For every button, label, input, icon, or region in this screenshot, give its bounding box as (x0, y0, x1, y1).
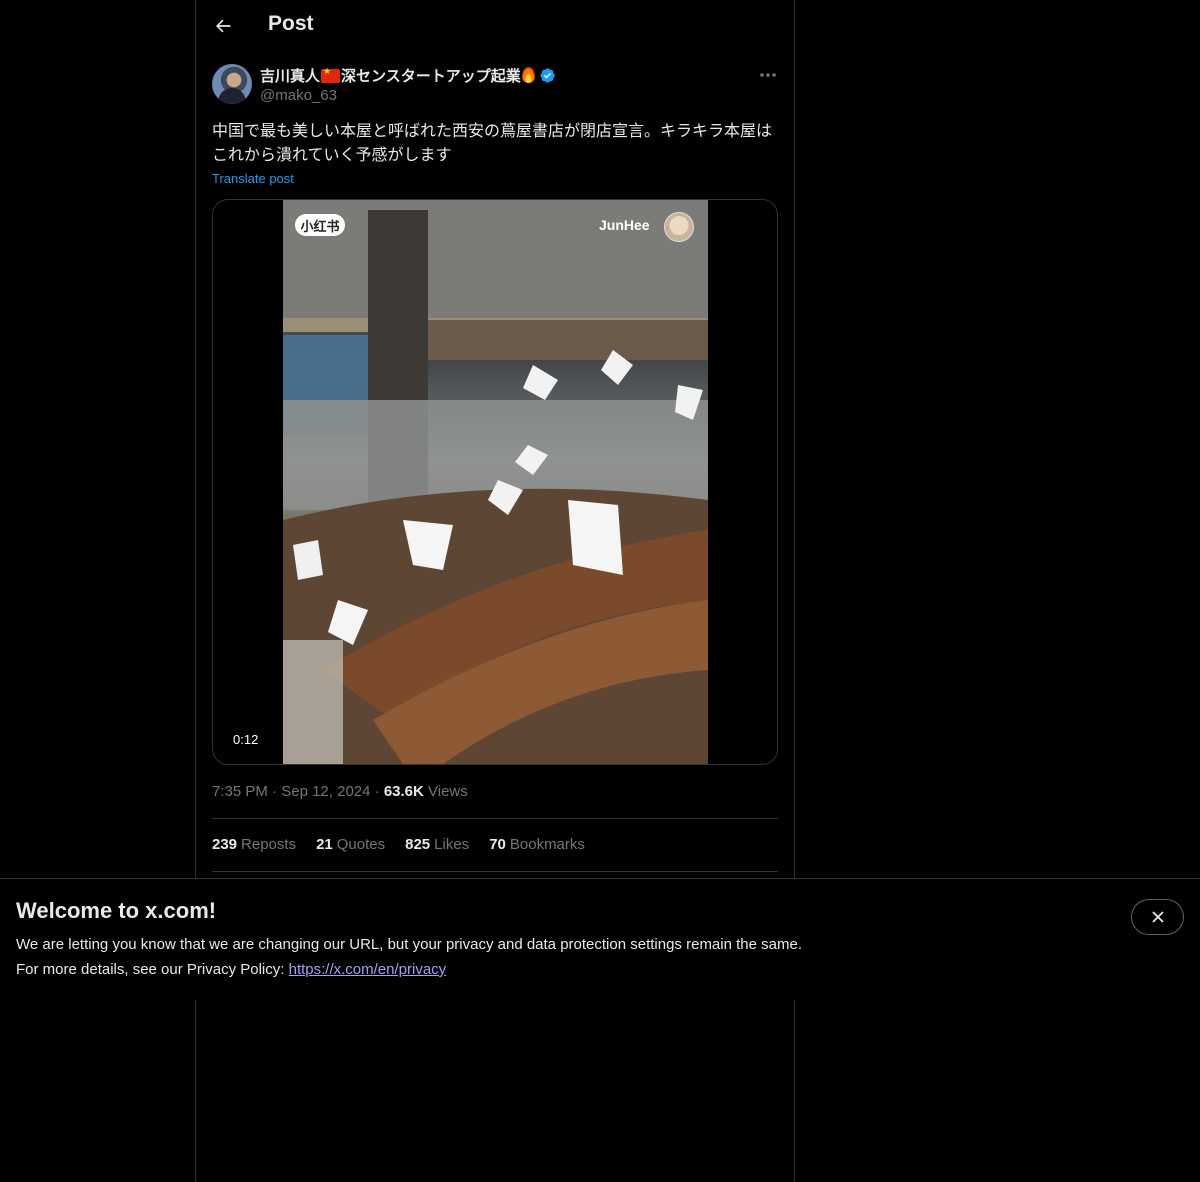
url-change-banner: Welcome to x.com! We are letting you kno… (0, 878, 1200, 1000)
meta-separator: · (272, 783, 278, 800)
reposts-stat[interactable]: 239 Reposts (212, 836, 296, 853)
post-stats: 239 Reposts 21 Quotes 825 Likes 70 Bookmarks (212, 836, 585, 853)
views-label: Views (428, 783, 468, 800)
bookmarks-count: 70 (489, 836, 506, 853)
xiaohongshu-watermark: 小红书 (295, 214, 345, 236)
video-thumbnail (283, 200, 708, 764)
banner-message: We are letting you know that we are chan… (16, 936, 802, 953)
author-name[interactable]: 吉川真人 深センスタートアップ起業 (260, 65, 556, 86)
more-options-button[interactable] (754, 64, 782, 86)
author-avatar[interactable] (212, 64, 252, 104)
bookmarks-label: Bookmarks (509, 836, 585, 853)
video-creator-avatar (664, 212, 694, 242)
divider (212, 871, 778, 872)
post-text: 中国で最も美しい本屋と呼ばれた西安の蔦屋書店が閉店宣言。キラキラ本屋はこれから潰… (212, 121, 773, 164)
post-date[interactable]: Sep 12, 2024 (281, 783, 370, 800)
quotes-label: Quotes (336, 836, 386, 853)
divider (212, 818, 778, 819)
bookmarks-stat[interactable]: 70 Bookmarks (489, 836, 585, 853)
author-handle[interactable]: @mako_63 (260, 87, 337, 104)
likes-label: Likes (434, 836, 470, 853)
reposts-label: Reposts (241, 836, 297, 853)
author-name-part1: 吉川真人 (260, 67, 321, 85)
likes-count: 825 (405, 836, 431, 853)
post-time[interactable]: 7:35 PM (212, 783, 268, 800)
meta-separator: · (374, 783, 380, 800)
reposts-count: 239 (212, 836, 238, 853)
video-creator-name: JunHee (599, 217, 650, 233)
video-frame[interactable]: 小红书 JunHee (283, 200, 708, 764)
video-player[interactable]: 小红书 JunHee 0:12 (212, 199, 778, 765)
page-title: Post (268, 12, 314, 35)
close-icon (1151, 911, 1164, 923)
banner-title: Welcome to x.com! (16, 898, 217, 923)
translate-post-link[interactable]: Translate post (212, 171, 294, 186)
arrow-left-icon (216, 19, 231, 33)
quotes-count: 21 (316, 836, 333, 853)
back-button[interactable] (206, 9, 240, 43)
author-name-part2: 深センスタートアップ起業 (341, 67, 521, 85)
quotes-stat[interactable]: 21 Quotes (316, 836, 385, 853)
fire-icon (521, 67, 535, 83)
main-column: Post 吉川真人 深センスタートアップ起業 @mako_63 中国で最も美しい本… (195, 0, 795, 1182)
views-count: 63.6K (383, 783, 424, 800)
verified-badge-icon (540, 68, 555, 83)
likes-stat[interactable]: 825 Likes (405, 836, 469, 853)
video-duration: 0:12 (225, 730, 267, 749)
banner-privacy-line: For more details, see our Privacy Policy… (16, 961, 446, 978)
page-header: Post (196, 0, 794, 53)
banner-close-button[interactable] (1131, 899, 1184, 935)
china-flag-icon (321, 67, 341, 83)
privacy-policy-link[interactable]: https://x.com/en/privacy (289, 961, 447, 978)
banner-privacy-prefix: For more details, see our Privacy Policy… (16, 961, 285, 978)
post-meta: 7:35 PM · Sep 12, 2024 · 63.6K Views (212, 783, 468, 800)
more-dots-icon (760, 73, 776, 77)
